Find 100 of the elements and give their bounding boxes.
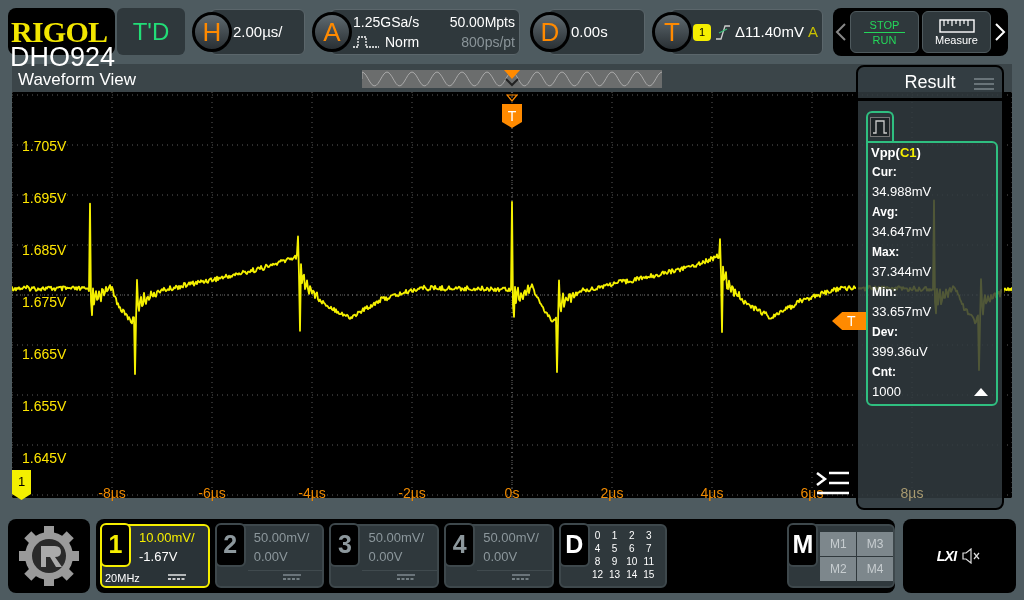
lxi-status: LXI bbox=[936, 546, 957, 566]
math-channel-button[interactable]: M3 bbox=[857, 532, 894, 556]
resolution: 800ps/pt bbox=[460, 33, 515, 52]
channel-offset: 0.00V bbox=[253, 550, 288, 563]
stop-run-button[interactable]: STOP RUN bbox=[850, 11, 919, 53]
rising-edge-icon bbox=[715, 23, 731, 41]
brand-logo: RIGOL bbox=[11, 16, 108, 47]
panel-title: Result bbox=[904, 71, 956, 94]
stat-label: Cur: bbox=[871, 164, 898, 181]
y-axis-label: 1.645V bbox=[22, 451, 67, 465]
digital-bit: 15 bbox=[643, 568, 655, 581]
model-name: DHO924 bbox=[10, 44, 116, 71]
stat-value: 33.657mV bbox=[871, 303, 932, 321]
y-axis-label: 1.705V bbox=[22, 139, 67, 153]
channel-number: 3 bbox=[329, 523, 361, 567]
trigger-key[interactable]: T bbox=[652, 12, 692, 52]
digital-bit: 8 bbox=[593, 555, 602, 568]
digital-bit: 12 bbox=[591, 568, 603, 581]
stat-label: Avg: bbox=[871, 204, 900, 221]
gear-logo-icon bbox=[17, 524, 81, 588]
stat-value: 37.344mV bbox=[871, 263, 932, 281]
channel-number: 1 bbox=[100, 523, 131, 567]
channel-scale: 50.00mV/ bbox=[253, 531, 310, 544]
pulse-icon bbox=[353, 35, 379, 49]
trigger-point-icon bbox=[506, 94, 518, 102]
ruler-icon bbox=[938, 18, 975, 33]
trigger-status: T'D bbox=[117, 8, 185, 55]
digital-bit: 1 bbox=[610, 529, 619, 542]
x-axis-label: -2µs bbox=[397, 486, 427, 500]
measurement-tab[interactable] bbox=[866, 111, 894, 141]
channel-scale: 50.00mV/ bbox=[368, 531, 425, 544]
math-card[interactable]: M M1 M3 M2 M4 bbox=[787, 524, 895, 588]
channel-offset: 0.00V bbox=[368, 550, 403, 563]
digital-bit: 4 bbox=[593, 542, 602, 555]
stat-value: 1000 bbox=[871, 383, 901, 401]
delay-key[interactable]: D bbox=[530, 12, 570, 52]
y-axis-label: 1.685V bbox=[22, 243, 67, 257]
acquire-mode: Norm bbox=[385, 33, 420, 52]
trigger-time-marker[interactable]: T bbox=[502, 104, 522, 128]
dc-coupling-icon bbox=[168, 574, 186, 580]
pulse-icon bbox=[870, 117, 890, 137]
trigger-source-badge: 1 bbox=[693, 23, 711, 41]
digital-bit: 9 bbox=[610, 555, 619, 568]
x-axis-label: 0s bbox=[503, 486, 521, 500]
digital-bit: 0 bbox=[593, 529, 602, 542]
y-axis-label: 1.665V bbox=[22, 347, 67, 361]
digital-bit: 6 bbox=[627, 542, 636, 555]
memory-depth: 50.00Mpts bbox=[448, 13, 515, 32]
previous-icon[interactable] bbox=[835, 22, 847, 42]
collapse-icon[interactable] bbox=[974, 388, 988, 396]
channel-number: 2 bbox=[214, 523, 246, 567]
dc-coupling-icon bbox=[512, 574, 531, 580]
digital-bit: 13 bbox=[609, 568, 621, 581]
digital-bit: 11 bbox=[643, 555, 655, 568]
stat-value: 399.36uV bbox=[871, 343, 928, 361]
channel-scale: 50.00mV/ bbox=[483, 531, 539, 544]
stat-value: 34.988mV bbox=[871, 183, 932, 201]
stat-label: Min: bbox=[871, 284, 898, 301]
dc-coupling-icon bbox=[282, 574, 301, 580]
next-icon[interactable] bbox=[994, 22, 1006, 42]
x-axis-label: -8µs bbox=[97, 486, 127, 500]
digital-bit: 7 bbox=[645, 542, 653, 555]
acquire-key[interactable]: A bbox=[312, 12, 352, 52]
digital-key: D bbox=[558, 523, 590, 567]
stat-value: 34.647mV bbox=[871, 223, 932, 241]
stat-label: Max: bbox=[871, 244, 901, 261]
measure-button[interactable]: Measure bbox=[922, 11, 991, 53]
sample-rate: 1.25GSa/s bbox=[353, 13, 421, 32]
trigger-level: Δ11.40mV bbox=[735, 21, 804, 42]
math-channel-button[interactable]: M1 bbox=[820, 532, 857, 556]
channel-number: 4 bbox=[444, 523, 476, 567]
dc-coupling-icon bbox=[397, 574, 416, 580]
bandwidth-limit: 20MHz bbox=[105, 573, 140, 584]
home-tile[interactable] bbox=[8, 519, 90, 593]
y-axis-label: 1.695V bbox=[22, 191, 67, 205]
y-axis-label: 1.655V bbox=[22, 399, 67, 413]
delay-value: 0.00s bbox=[571, 21, 608, 42]
digital-bit: 14 bbox=[626, 568, 638, 581]
math-channel-button[interactable]: M2 bbox=[820, 557, 857, 581]
channel-card[interactable]: 2 50.00mV/ 0.00V bbox=[214, 524, 325, 588]
x-axis-label: 8µs bbox=[899, 486, 925, 500]
digital-bit: 2 bbox=[627, 529, 636, 542]
channel-card[interactable]: 1 10.00mV/ -1.67V 20MHz bbox=[100, 524, 210, 588]
digital-bit: 10 bbox=[626, 555, 638, 568]
horizontal-key[interactable]: H bbox=[192, 12, 232, 52]
channel-offset: -1.67V bbox=[139, 550, 178, 563]
channel-card[interactable]: 3 50.00mV/ 0.00V bbox=[329, 524, 440, 588]
math-key: M bbox=[787, 523, 819, 567]
view-title: Waveform View bbox=[18, 71, 137, 88]
stat-label: Cnt: bbox=[871, 364, 897, 381]
digital-bit: 3 bbox=[645, 529, 653, 542]
channel-offset: 0.00V bbox=[483, 550, 518, 563]
digital-bit: 5 bbox=[610, 542, 619, 555]
sweep-mode: A bbox=[807, 21, 818, 42]
digital-card[interactable]: D 0 1 2 3 4 5 6 7 8 9 10 11 12 13 14 15 bbox=[558, 524, 667, 588]
x-axis-label: 4µs bbox=[699, 486, 725, 500]
channel-scale: 10.00mV/ bbox=[139, 531, 195, 544]
channel-marker[interactable]: 1 bbox=[12, 470, 31, 500]
math-channel-button[interactable]: M4 bbox=[857, 557, 894, 581]
channel-card[interactable]: 4 50.00mV/ 0.00V bbox=[444, 524, 554, 588]
